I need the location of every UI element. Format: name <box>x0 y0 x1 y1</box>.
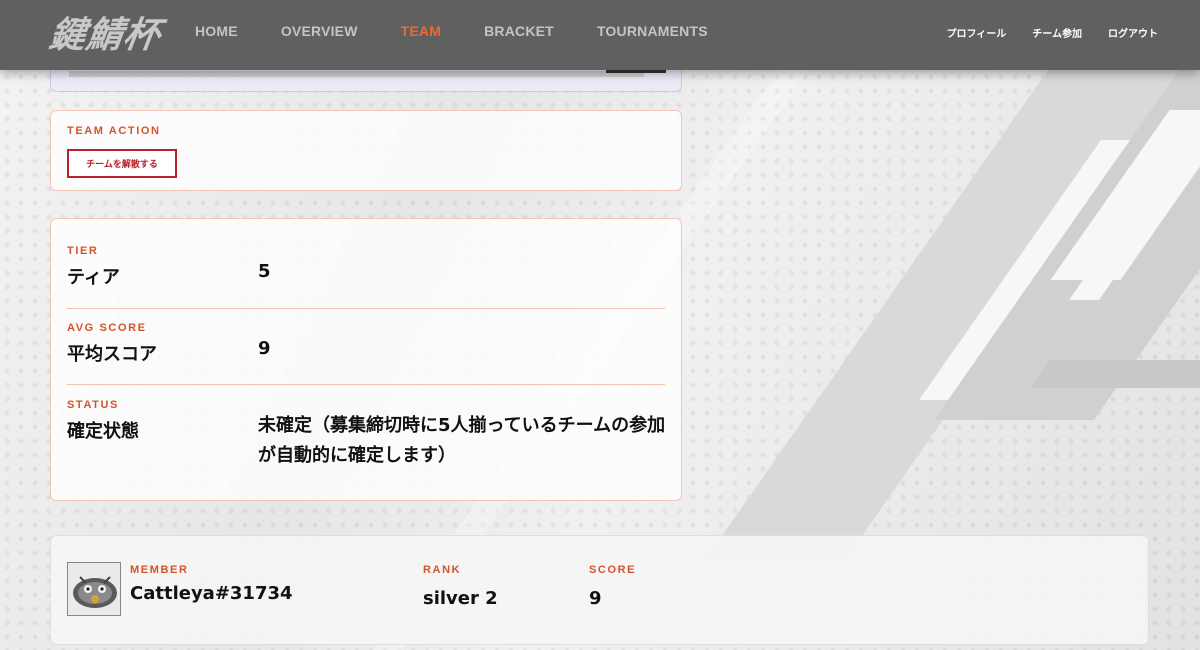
status-value: 未確定（募集締切時に5人揃っているチームの参加が自動的に確定します） <box>258 415 666 466</box>
score-label: SCORE <box>589 564 637 576</box>
nav-bracket[interactable]: BRACKET <box>484 23 554 39</box>
team-action-label: TEAM ACTION <box>67 125 161 137</box>
site-header: 鍵鯖杯 HOME OVERVIEW TEAM BRACKET TOURNAMEN… <box>0 0 1200 70</box>
tier-label: TIER <box>67 245 99 257</box>
nav-overview[interactable]: OVERVIEW <box>281 23 358 39</box>
status-key: 確定状態 <box>67 421 139 442</box>
team-action-card: TEAM ACTION チームを解散する <box>50 110 682 191</box>
tier-key: ティア <box>67 267 120 288</box>
member-column: MEMBER Cattleya#31734 <box>130 564 293 604</box>
avg-score-value: 9 <box>258 338 271 359</box>
nav-home[interactable]: HOME <box>195 23 238 39</box>
team-name-input-partial[interactable] <box>69 71 644 77</box>
site-logo[interactable]: 鍵鯖杯 <box>46 6 164 58</box>
main-nav: HOME OVERVIEW TEAM BRACKET TOURNAMENTS <box>195 23 751 39</box>
disband-team-button[interactable]: チームを解散する <box>67 149 177 178</box>
score-column: SCORE 9 <box>589 564 636 609</box>
nav-join-team[interactable]: チーム参加 <box>1032 25 1082 40</box>
tier-value: 5 <box>258 261 271 282</box>
team-info-card: TIER ティア 5 AVG SCORE 平均スコア 9 STATUS 確定状態… <box>50 218 682 501</box>
nav-team[interactable]: TEAM <box>401 23 441 39</box>
member-rank: silver 2 <box>423 588 498 609</box>
nav-profile[interactable]: プロフィール <box>946 25 1006 40</box>
status-label: STATUS <box>67 399 119 411</box>
member-name: Cattleya#31734 <box>130 583 293 604</box>
member-card: MEMBER Cattleya#31734 RANK silver 2 SCOR… <box>50 535 1149 645</box>
divider <box>67 308 665 309</box>
avg-score-key: 平均スコア <box>67 344 157 365</box>
rank-column: RANK silver 2 <box>423 564 498 609</box>
nav-tournaments[interactable]: TOURNAMENTS <box>597 23 708 39</box>
member-score: 9 <box>589 588 602 609</box>
nav-logout[interactable]: ログアウト <box>1108 25 1158 40</box>
user-nav: プロフィール チーム参加 ログアウト <box>920 25 1158 40</box>
bg-stripe <box>1030 360 1200 388</box>
divider <box>67 384 665 385</box>
avg-score-label: AVG SCORE <box>67 322 147 334</box>
member-label: MEMBER <box>130 564 189 576</box>
rank-label: RANK <box>423 564 462 576</box>
avatar-icon <box>67 562 121 616</box>
